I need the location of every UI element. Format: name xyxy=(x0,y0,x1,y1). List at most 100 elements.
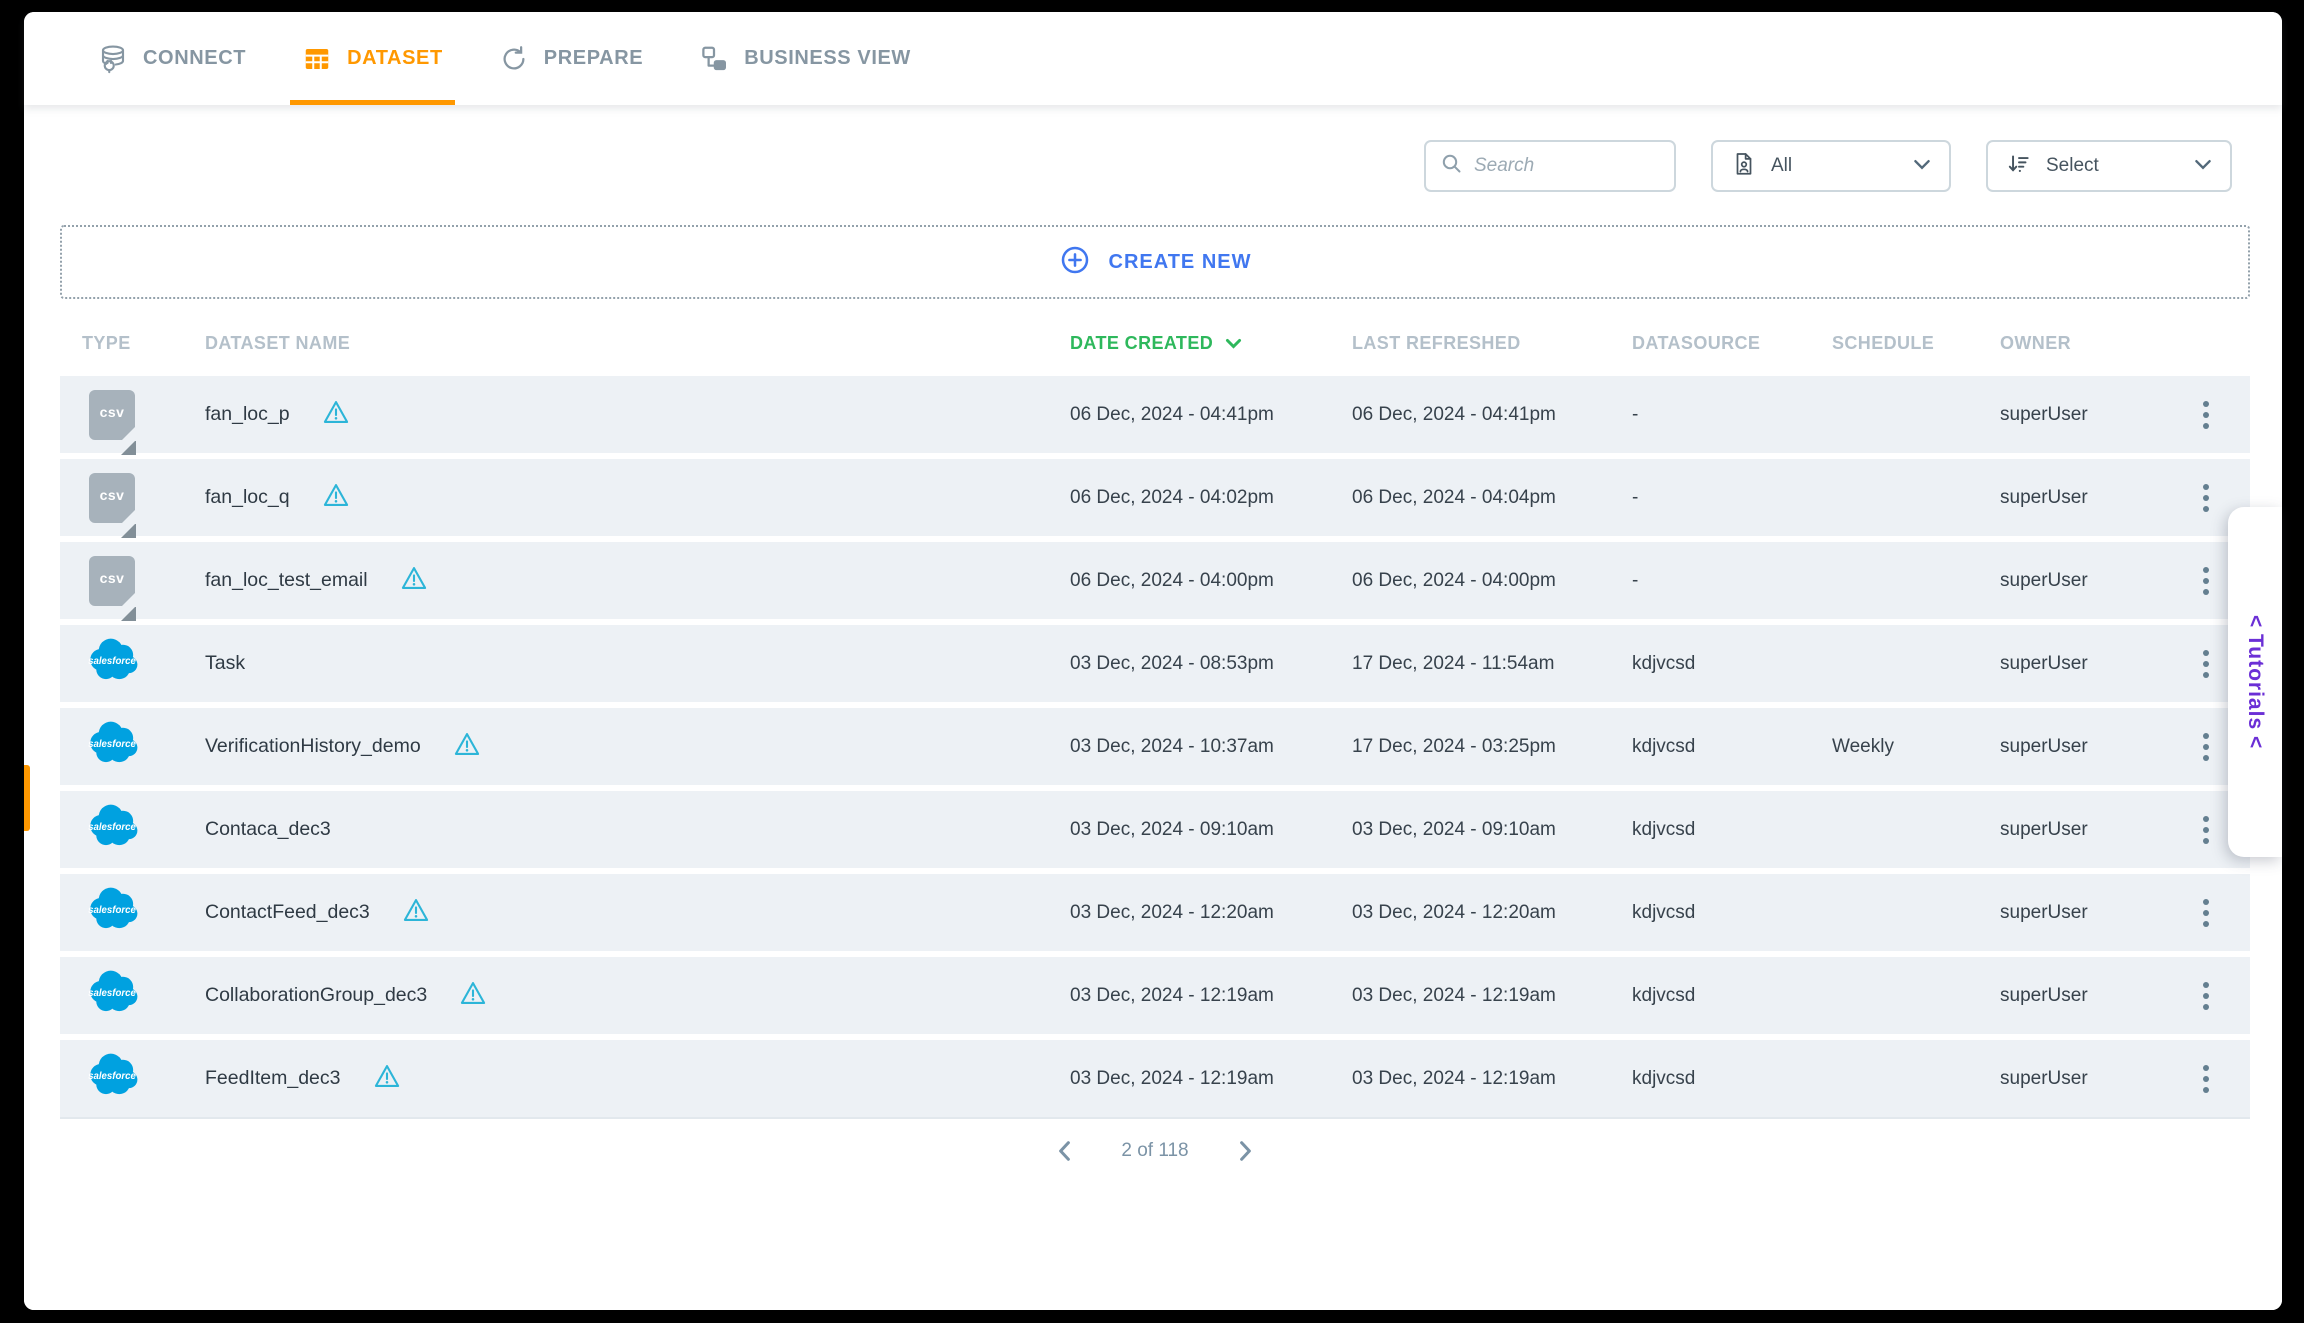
dataset-name[interactable]: FeedItem_dec3 xyxy=(205,1067,341,1090)
csv-icon-label: csv xyxy=(100,570,125,586)
date-created-cell: 06 Dec, 2024 - 04:41pm xyxy=(1070,376,1274,453)
table-row[interactable]: csv salesforce ContactFeed xyxy=(60,874,2250,951)
kebab-menu-icon xyxy=(2197,478,2215,518)
kebab-menu-icon xyxy=(2197,893,2215,933)
table-row[interactable]: csv salesforce Verificatio xyxy=(60,708,2250,785)
csv-file-icon: csv xyxy=(89,556,135,606)
datasource-cell: kdjvcsd xyxy=(1632,1040,1695,1117)
sort-icon xyxy=(2006,151,2032,182)
last-refreshed-cell: 17 Dec, 2024 - 11:54am xyxy=(1352,625,1554,702)
kebab-menu-icon xyxy=(2197,810,2215,850)
dataset-type-cell: csv salesforce xyxy=(80,542,144,619)
row-menu-button[interactable] xyxy=(2184,1040,2228,1117)
column-header-datasource[interactable]: DATASOURCE xyxy=(1632,310,1760,376)
row-menu-button[interactable] xyxy=(2184,542,2228,619)
dataset-name[interactable]: Contaca_dec3 xyxy=(205,818,331,841)
table-row[interactable]: csv salesforce fan_loc_p xyxy=(60,376,2250,453)
dataset-type-cell: csv salesforce xyxy=(80,459,144,536)
date-created-cell: 06 Dec, 2024 - 04:02pm xyxy=(1070,459,1274,536)
toolbar: All Sel xyxy=(1424,140,2232,192)
database-icon xyxy=(98,44,128,74)
tab-connect[interactable]: CONNECT xyxy=(70,12,274,105)
dataset-name[interactable]: CollaborationGroup_dec3 xyxy=(205,984,427,1007)
column-header-schedule[interactable]: SCHEDULE xyxy=(1832,310,1934,376)
dataset-name[interactable]: ContactFeed_dec3 xyxy=(205,901,370,924)
datasource-cell: kdjvcsd xyxy=(1632,874,1695,951)
last-refreshed-cell: 17 Dec, 2024 - 03:25pm xyxy=(1352,708,1556,785)
dataset-name[interactable]: fan_loc_test_email xyxy=(205,569,368,592)
column-header-last-refreshed[interactable]: LAST REFRESHED xyxy=(1352,310,1521,376)
row-menu-button[interactable] xyxy=(2184,708,2228,785)
row-menu-button[interactable] xyxy=(2184,376,2228,453)
previous-page-button[interactable] xyxy=(1056,1140,1073,1162)
table-row[interactable]: csv salesforce Collaborati xyxy=(60,957,2250,1034)
dataset-name[interactable]: fan_loc_p xyxy=(205,403,290,426)
column-header-type[interactable]: TYPE xyxy=(82,310,131,376)
tutorials-tab[interactable]: < Tutorials < xyxy=(2228,507,2282,857)
kebab-menu-icon xyxy=(2197,561,2215,601)
sort-dropdown[interactable]: Select xyxy=(1986,140,2232,192)
warning-icon xyxy=(459,979,487,1012)
kebab-menu-icon xyxy=(2197,1059,2215,1099)
table-row[interactable]: csv salesforce FeedItem_de xyxy=(60,1040,2250,1117)
table-row[interactable]: csv salesforce Task xyxy=(60,625,2250,702)
row-menu-button[interactable] xyxy=(2184,791,2228,868)
file-filter-icon xyxy=(1731,151,1757,182)
owner-cell: superUser xyxy=(2000,957,2088,1034)
svg-text:salesforce: salesforce xyxy=(88,988,136,999)
row-menu-button[interactable] xyxy=(2184,459,2228,536)
table-row[interactable]: csv salesforce fan_loc_tes xyxy=(60,542,2250,619)
date-created-cell: 03 Dec, 2024 - 12:20am xyxy=(1070,874,1274,951)
salesforce-icon: salesforce xyxy=(83,964,141,1027)
dataset-name[interactable]: Task xyxy=(205,652,245,675)
owner-cell: superUser xyxy=(2000,708,2088,785)
tutorials-label: Tutorials xyxy=(2243,634,2267,730)
table-row[interactable]: csv salesforce Contaca_dec xyxy=(60,791,2250,868)
owner-cell: superUser xyxy=(2000,459,2088,536)
search-icon xyxy=(1440,152,1464,181)
salesforce-icon: salesforce xyxy=(83,715,141,778)
dataset-name[interactable]: VerificationHistory_demo xyxy=(205,735,421,758)
next-page-button[interactable] xyxy=(1237,1140,1254,1162)
tab-dataset-label: DATASET xyxy=(347,47,443,70)
kebab-menu-icon xyxy=(2197,395,2215,435)
datasource-cell: kdjvcsd xyxy=(1632,708,1695,785)
tab-prepare[interactable]: PREPARE xyxy=(471,12,671,105)
table-row[interactable]: csv salesforce fan_loc_q xyxy=(60,459,2250,536)
tab-business-view[interactable]: BUSINESS VIEW xyxy=(671,12,939,105)
csv-icon-label: csv xyxy=(100,487,125,503)
owner-cell: superUser xyxy=(2000,791,2088,868)
last-refreshed-cell: 06 Dec, 2024 - 04:41pm xyxy=(1352,376,1556,453)
row-menu-button[interactable] xyxy=(2184,957,2228,1034)
table-body: csv salesforce fan_loc_p xyxy=(60,376,2250,1119)
warning-icon xyxy=(322,398,350,431)
warning-icon xyxy=(402,896,430,929)
tab-dataset[interactable]: DATASET xyxy=(274,12,471,105)
main-content: All Sel xyxy=(24,105,2282,1310)
search-input[interactable] xyxy=(1474,155,1644,177)
refresh-icon xyxy=(499,44,529,74)
pagination: 2 of 118 xyxy=(60,1140,2250,1162)
create-new-button[interactable]: CREATE NEW xyxy=(60,225,2250,299)
type-filter-dropdown[interactable]: All xyxy=(1711,140,1951,192)
dataset-name[interactable]: fan_loc_q xyxy=(205,486,290,509)
dataset-name-cell: fan_loc_p xyxy=(205,376,350,453)
dataset-name-cell: fan_loc_q xyxy=(205,459,350,536)
salesforce-icon: salesforce xyxy=(83,632,141,695)
row-menu-button[interactable] xyxy=(2184,625,2228,702)
row-menu-button[interactable] xyxy=(2184,874,2228,951)
plus-circle-icon xyxy=(1059,244,1091,281)
create-new-label: CREATE NEW xyxy=(1109,251,1252,274)
chevron-icon: < xyxy=(2243,615,2267,628)
last-refreshed-cell: 03 Dec, 2024 - 12:19am xyxy=(1352,1040,1556,1117)
column-header-date-created[interactable]: DATE CREATED xyxy=(1070,310,1242,376)
last-refreshed-cell: 03 Dec, 2024 - 09:10am xyxy=(1352,791,1556,868)
column-header-dataset-name[interactable]: DATASET NAME xyxy=(205,310,350,376)
owner-cell: superUser xyxy=(2000,542,2088,619)
dataset-table: TYPE DATASET NAME DATE CREATED LAST REFR… xyxy=(60,310,2250,1119)
last-refreshed-cell: 06 Dec, 2024 - 04:00pm xyxy=(1352,542,1556,619)
column-header-owner[interactable]: OWNER xyxy=(2000,310,2071,376)
warning-icon xyxy=(373,1062,401,1095)
owner-cell: superUser xyxy=(2000,1040,2088,1117)
warning-icon xyxy=(453,730,481,763)
